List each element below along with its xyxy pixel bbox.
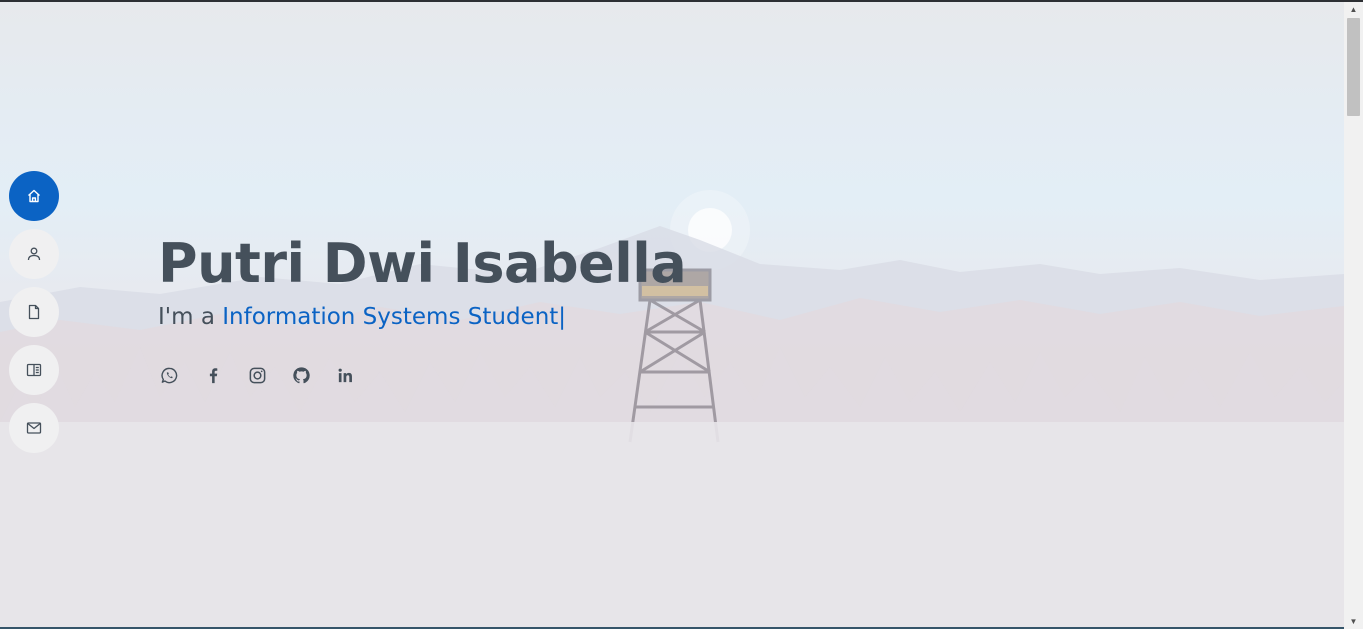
subtitle-prefix: I'm a (158, 304, 223, 330)
scroll-down-arrow-icon[interactable]: ▼ (1344, 614, 1363, 629)
side-nav (9, 171, 59, 461)
facebook-icon (209, 367, 217, 383)
book-icon (26, 363, 42, 377)
scroll-up-arrow-icon[interactable]: ▲ (1344, 2, 1363, 17)
hero-name: Putri Dwi Isabella (158, 232, 687, 295)
vertical-scrollbar[interactable]: ▲ ▼ (1344, 2, 1363, 629)
whatsapp-icon (160, 367, 177, 383)
hero-subtitle: I'm a Information Systems Student| (158, 302, 686, 332)
github-link[interactable] (290, 364, 312, 386)
nav-about[interactable] (9, 229, 59, 279)
linkedin-icon (338, 368, 352, 382)
instagram-icon (249, 367, 265, 383)
nav-contact[interactable] (9, 403, 59, 453)
instagram-link[interactable] (246, 364, 268, 386)
linkedin-link[interactable] (334, 364, 356, 386)
scrollbar-thumb[interactable] (1347, 18, 1360, 116)
envelope-icon (26, 422, 42, 434)
nav-portfolio[interactable] (9, 345, 59, 395)
file-icon (28, 304, 40, 320)
person-icon (27, 247, 41, 261)
nav-resume[interactable] (9, 287, 59, 337)
home-icon (28, 189, 40, 203)
github-icon (292, 366, 310, 383)
social-links (158, 364, 356, 386)
typing-cursor: | (558, 304, 567, 330)
typed-role: Information Systems Student (222, 304, 559, 330)
hero-text: Putri Dwi Isabella I'm a Information Sys… (158, 228, 687, 332)
whatsapp-link[interactable] (158, 364, 180, 386)
nav-home[interactable] (9, 171, 59, 221)
facebook-link[interactable] (202, 364, 224, 386)
